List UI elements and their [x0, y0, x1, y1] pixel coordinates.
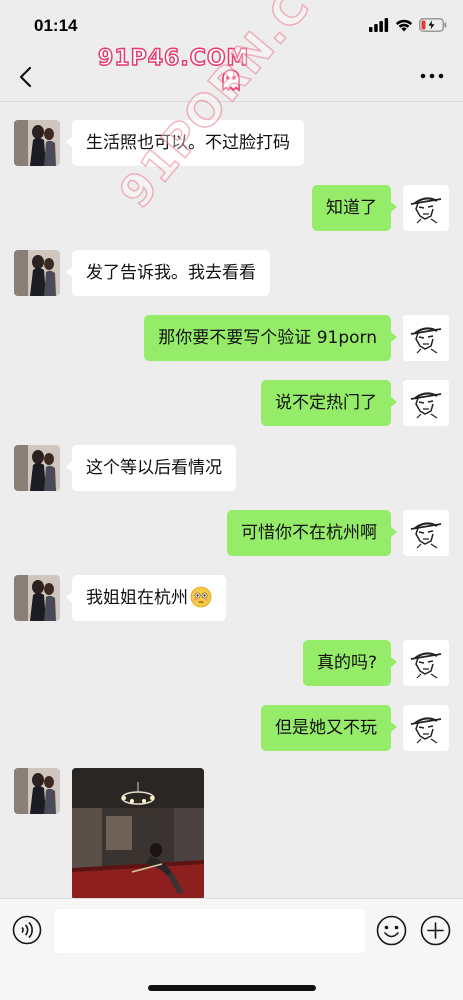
user-avatar[interactable] — [403, 380, 449, 426]
message-bubble[interactable]: 说不定热门了 — [261, 380, 397, 426]
contact-avatar[interactable] — [14, 120, 60, 166]
status-time: 01:14 — [34, 16, 78, 35]
user-avatar[interactable] — [403, 185, 449, 231]
message-bubble[interactable]: 发了告诉我。我去看看 — [66, 250, 270, 296]
flushed-emoji-icon — [190, 586, 212, 608]
battery-icon — [419, 18, 447, 32]
message-bubble[interactable]: 那你要不要写个验证 91porn — [144, 315, 397, 361]
photo-message[interactable] — [72, 768, 204, 900]
message-bubble[interactable]: 生活照也可以。不过脸打码 — [66, 120, 304, 166]
home-indicator[interactable] — [148, 985, 316, 991]
status-bar: 01:14 — [0, 0, 463, 52]
contact-avatar[interactable] — [14, 445, 60, 491]
user-avatar[interactable] — [403, 315, 449, 361]
status-icons — [369, 17, 447, 33]
message-bubble[interactable]: 真的吗? — [302, 640, 398, 686]
more-icon[interactable] — [419, 66, 445, 86]
user-avatar[interactable] — [403, 510, 449, 556]
nav-bar: 91P46.COM — [0, 45, 463, 102]
voice-icon[interactable] — [12, 915, 42, 945]
wifi-icon — [395, 19, 413, 32]
ghost-icon — [222, 69, 240, 92]
signal-icon — [369, 18, 389, 32]
user-avatar[interactable] — [403, 640, 449, 686]
back-icon[interactable] — [14, 64, 40, 90]
user-avatar[interactable] — [403, 705, 449, 751]
message-input[interactable] — [54, 909, 365, 953]
emoji-icon[interactable] — [376, 915, 407, 946]
contact-avatar[interactable] — [14, 575, 60, 621]
plus-icon[interactable] — [420, 915, 451, 946]
message-bubble[interactable]: 这个等以后看情况 — [66, 445, 236, 491]
message-bubble[interactable]: 我姐姐在杭州 — [66, 575, 226, 621]
message-bubble[interactable]: 可惜你不在杭州啊 — [227, 510, 397, 556]
contact-avatar[interactable] — [14, 250, 60, 296]
contact-avatar[interactable] — [14, 768, 60, 814]
message-bubble[interactable]: 但是她又不玩 — [261, 705, 397, 751]
message-bubble[interactable]: 知道了 — [312, 185, 397, 231]
message-text: 我姐姐在杭州 — [86, 588, 188, 608]
